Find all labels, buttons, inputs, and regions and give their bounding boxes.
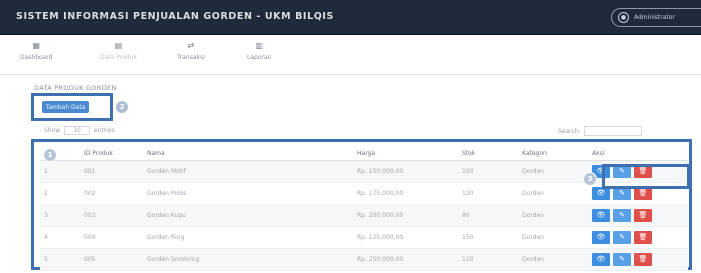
view-button[interactable]: 👁 xyxy=(592,252,610,266)
length-select[interactable]: 10 xyxy=(64,126,90,135)
cell-nama: Gorden Motif xyxy=(143,160,353,183)
page-title: DATA PRODUK GORDEN xyxy=(34,84,117,92)
cell-no: 1 xyxy=(40,160,80,183)
cell-no: 4 xyxy=(40,226,80,249)
nav-label-dashboard: Dashboard xyxy=(20,54,53,61)
col-kategori: Kategori xyxy=(518,147,588,161)
dashboard-icon: ▦ xyxy=(32,41,41,50)
cell-harga: Rp. 175.000,00 xyxy=(353,182,458,205)
cell-kategori: Gorden xyxy=(518,182,588,205)
cell-stok: 100 xyxy=(458,160,518,183)
view-button[interactable]: 👁 xyxy=(592,230,610,244)
cell-nama: Gorden Polos xyxy=(143,182,353,205)
table-header-row: ID Produk Nama Harga Stok Kategori Aksi xyxy=(40,147,688,161)
nav-label-laporan: Laporan xyxy=(247,54,272,61)
cell-stok: 110 xyxy=(458,248,518,271)
product-table: ID Produk Nama Harga Stok Kategori Aksi … xyxy=(40,147,688,271)
marker-badge-3: 3 xyxy=(583,172,597,186)
search-label: Search: xyxy=(558,127,581,135)
delete-button[interactable]: 🗑 xyxy=(634,252,652,266)
nav-item-transaksi[interactable]: ⇄ Transaksi xyxy=(177,40,205,61)
cell-kategori: Gorden xyxy=(518,226,588,249)
add-product-button[interactable]: Tambah Data xyxy=(42,101,89,113)
col-aksi: Aksi xyxy=(588,147,688,161)
edit-button[interactable]: ✎ xyxy=(613,252,631,266)
cell-harga: Rp. 250.000,00 xyxy=(353,248,458,271)
cell-kategori: Gorden xyxy=(518,160,588,183)
cell-harga: Rp. 150.000,00 xyxy=(353,160,458,183)
edit-button[interactable]: ✎ xyxy=(613,230,631,244)
cell-id: 005 xyxy=(80,248,143,271)
col-harga: Harga xyxy=(353,147,458,161)
search-input[interactable] xyxy=(583,126,642,136)
view-button[interactable]: 👁 xyxy=(592,208,610,222)
cell-no: 3 xyxy=(40,204,80,227)
cell-id: 002 xyxy=(80,182,143,205)
cell-stok: 80 xyxy=(458,204,518,227)
cell-no: 2 xyxy=(40,182,80,205)
nav-item-dashboard[interactable]: ▦ Dashboard xyxy=(20,40,53,61)
cell-aksi: 👁 ✎ 🗑 xyxy=(588,248,688,271)
nav-label-transaksi: Transaksi xyxy=(177,54,205,61)
table-row: 5 005 Gorden Smokring Rp. 250.000,00 110… xyxy=(40,248,688,271)
user-avatar-icon: ● xyxy=(618,12,629,23)
cell-stok: 120 xyxy=(458,182,518,205)
marker-badge-2: 2 xyxy=(115,100,129,114)
top-header-bar: SISTEM INFORMASI PENJUALAN GORDEN - UKM … xyxy=(0,0,701,35)
length-suffix: entries xyxy=(93,127,115,134)
cell-no: 5 xyxy=(40,248,80,271)
col-id-produk: ID Produk xyxy=(80,147,143,161)
cell-stok: 150 xyxy=(458,226,518,249)
cell-kategori: Gorden xyxy=(518,248,588,271)
table-row: 3 003 Gorden Kupu Rp. 200.000,00 80 Gord… xyxy=(40,204,688,227)
user-menu[interactable]: ● Administrator xyxy=(611,8,701,27)
actions-highlight xyxy=(602,164,690,189)
col-stok: Stok xyxy=(458,147,518,161)
delete-button[interactable]: 🗑 xyxy=(634,208,652,222)
cell-nama: Gorden Ring xyxy=(143,226,353,249)
cell-id: 003 xyxy=(80,204,143,227)
app-title: SISTEM INFORMASI PENJUALAN GORDEN - UKM … xyxy=(16,11,334,22)
cell-harga: Rp. 200.000,00 xyxy=(353,204,458,227)
nav-item-laporan[interactable]: ▥ Laporan xyxy=(247,40,271,61)
cell-nama: Gorden Smokring xyxy=(143,248,353,271)
nav-label-data-produk: Data Produk xyxy=(100,54,137,61)
report-icon: ▥ xyxy=(255,41,263,50)
add-button-highlight: Tambah Data xyxy=(31,93,113,121)
cell-nama: Gorden Kupu xyxy=(143,204,353,227)
cell-kategori: Gorden xyxy=(518,204,588,227)
nav-item-data-produk[interactable]: ▤ Data Produk xyxy=(100,40,137,61)
cell-aksi: 👁 ✎ 🗑 xyxy=(588,226,688,249)
cell-aksi: 👁 ✎ 🗑 xyxy=(588,204,688,227)
table-highlight: ID Produk Nama Harga Stok Kategori Aksi … xyxy=(31,139,692,271)
cell-harga: Rp. 125.000,00 xyxy=(353,226,458,249)
cell-id: 001 xyxy=(80,160,143,183)
marker-badge-1: 1 xyxy=(43,148,57,162)
entries-length-control: Show 10 entries xyxy=(44,126,115,135)
cell-id: 004 xyxy=(80,226,143,249)
content-area: DATA PRODUK GORDEN Tambah Data 2 Show 10… xyxy=(0,76,701,273)
length-prefix: Show xyxy=(44,127,61,134)
table-row: 4 004 Gorden Ring Rp. 125.000,00 150 Gor… xyxy=(40,226,688,249)
table-search: Search: xyxy=(558,126,642,136)
main-nav: ▦ Dashboard ▤ Data Produk ⇄ Transaksi ▥ … xyxy=(0,35,701,75)
delete-button[interactable]: 🗑 xyxy=(634,230,652,244)
transaction-icon: ⇄ xyxy=(187,41,195,50)
col-nama: Nama xyxy=(143,147,353,161)
edit-button[interactable]: ✎ xyxy=(613,208,631,222)
product-icon: ▤ xyxy=(114,41,123,50)
user-name: Administrator xyxy=(634,14,675,21)
